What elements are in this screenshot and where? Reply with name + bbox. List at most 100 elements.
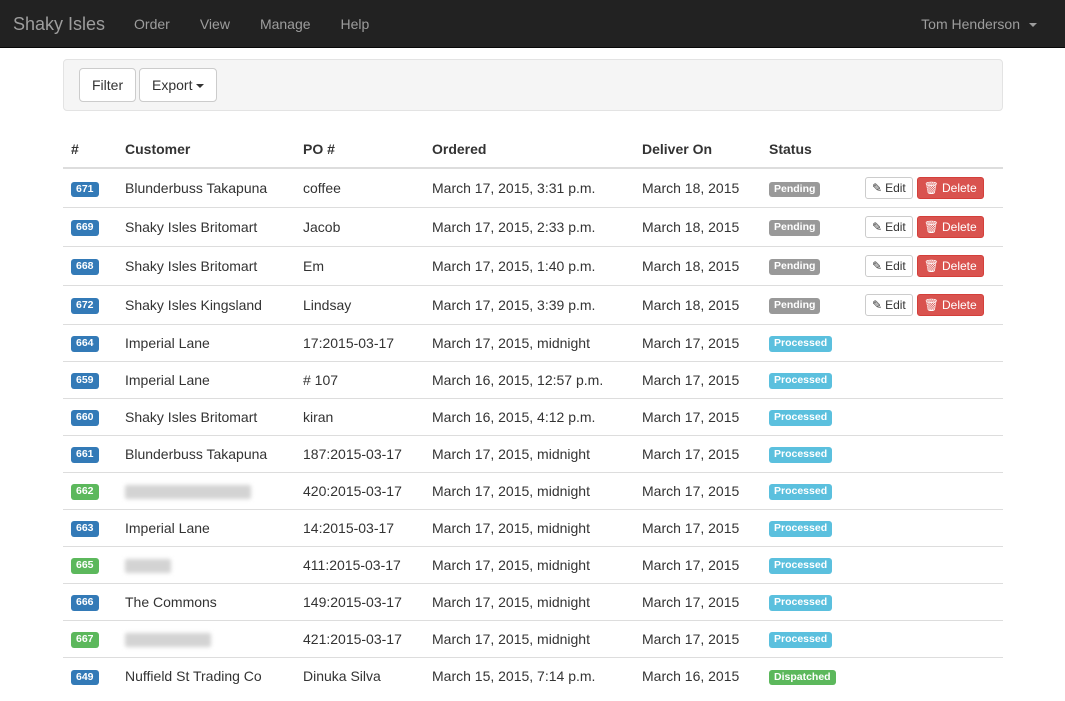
table-row[interactable]: 667 421:2015-03-17 March 17, 2015, midnigh… <box>63 619 1003 657</box>
order-id-badge[interactable]: 672 <box>71 298 99 314</box>
edit-button[interactable]: ✎ Edit <box>865 254 913 277</box>
user-menu[interactable]: Tom Henderson <box>921 0 1037 48</box>
cell-id: 669 <box>63 206 117 246</box>
header-deliver-on: Deliver On <box>634 131 761 169</box>
order-id-badge[interactable]: 659 <box>71 373 99 389</box>
redacted-customer <box>125 632 211 647</box>
cell-customer: Shaky Isles Kingsland <box>117 284 295 324</box>
delete-button[interactable]: 🗑 Delete <box>916 215 984 238</box>
order-id-badge[interactable]: 663 <box>71 521 99 537</box>
table-row[interactable]: 665 411:2015-03-17 March 17, 2015, midnigh… <box>63 545 1003 583</box>
cell-status: Processed <box>761 397 857 435</box>
nav-help[interactable]: Help <box>326 0 385 48</box>
cell-actions <box>857 545 1003 583</box>
pencil-icon: ✎ <box>872 258 883 273</box>
cell-ordered: March 17, 2015, midnight <box>424 508 634 546</box>
cell-customer <box>117 471 295 509</box>
cell-actions <box>857 434 1003 472</box>
table-row[interactable]: 659 Imperial Lane # 107 March 16, 2015, 12:… <box>63 360 1003 398</box>
order-id-badge[interactable]: 668 <box>71 259 99 275</box>
table-row[interactable]: 649 Nuffield St Trading Co Dinuka Silva Mar… <box>63 656 1003 694</box>
nav-view[interactable]: View <box>185 0 245 48</box>
delete-label: Delete <box>941 297 977 312</box>
cell-actions: ✎ Edit 🗑 Delete <box>857 206 1003 246</box>
status-badge: Processed <box>769 632 833 648</box>
edit-button[interactable]: ✎ Edit <box>865 176 913 199</box>
cell-status: Processed <box>761 323 857 361</box>
cell-status: Pending <box>761 206 857 246</box>
edit-button[interactable]: ✎ Edit <box>865 293 913 316</box>
cell-ordered: March 16, 2015, 12:57 p.m. <box>424 360 634 398</box>
cell-po: 14:2015-03-17 <box>295 508 424 546</box>
table-row[interactable]: 672 Shaky Isles Kingsland Lindsay March 17,… <box>63 284 1003 324</box>
toolbar: Filter Export <box>63 59 1003 111</box>
cell-id: 671 <box>63 167 117 207</box>
brand-logo[interactable]: Shaky Isles <box>0 0 118 48</box>
filter-button[interactable]: Filter <box>79 68 137 102</box>
cell-po: 149:2015-03-17 <box>295 582 424 620</box>
order-id-badge[interactable]: 660 <box>71 410 99 426</box>
edit-label: Edit <box>885 219 906 234</box>
cell-po: 187:2015-03-17 <box>295 434 424 472</box>
order-id-badge[interactable]: 669 <box>71 220 99 236</box>
delete-button[interactable]: 🗑 Delete <box>916 254 984 277</box>
cell-deliver-on: March 18, 2015 <box>634 167 761 207</box>
delete-button[interactable]: 🗑 Delete <box>916 293 984 316</box>
order-id-badge[interactable]: 661 <box>71 447 99 463</box>
table-row[interactable]: 660 Shaky Isles Britomart kiran March 16, 2… <box>63 397 1003 435</box>
pencil-icon: ✎ <box>872 180 883 195</box>
cell-actions <box>857 397 1003 435</box>
order-id-badge[interactable]: 662 <box>71 484 99 500</box>
order-id-badge[interactable]: 667 <box>71 632 99 648</box>
edit-button[interactable]: ✎ Edit <box>865 215 913 238</box>
cell-actions <box>857 582 1003 620</box>
cell-po: coffee <box>295 167 424 207</box>
cell-ordered: March 17, 2015, midnight <box>424 619 634 657</box>
order-id-badge[interactable]: 664 <box>71 336 99 352</box>
status-badge: Processed <box>769 410 833 426</box>
cell-actions: ✎ Edit 🗑 Delete <box>857 167 1003 207</box>
table-row[interactable]: 668 Shaky Isles Britomart Em March 17, 2015… <box>63 245 1003 285</box>
cell-actions <box>857 323 1003 361</box>
order-id-badge[interactable]: 671 <box>71 181 99 197</box>
export-button[interactable]: Export <box>139 68 218 102</box>
cell-ordered: March 17, 2015, midnight <box>424 434 634 472</box>
nav-order[interactable]: Order <box>126 0 185 48</box>
table-row[interactable]: 661 Blunderbuss Takapuna 187:2015-03-17 Mar… <box>63 434 1003 472</box>
order-id-badge[interactable]: 665 <box>71 558 99 574</box>
pencil-icon: ✎ <box>872 297 883 312</box>
cell-status: Processed <box>761 545 857 583</box>
order-id-badge[interactable]: 649 <box>71 669 99 685</box>
table-row[interactable]: 664 Imperial Lane 17:2015-03-17 March 17, 2… <box>63 323 1003 361</box>
cell-ordered: March 17, 2015, 3:31 p.m. <box>424 167 634 207</box>
header-po: PO # <box>295 131 424 169</box>
cell-id: 672 <box>63 284 117 324</box>
cell-po: 420:2015-03-17 <box>295 471 424 509</box>
delete-label: Delete <box>941 258 977 273</box>
status-badge: Dispatched <box>769 669 836 685</box>
cell-id: 649 <box>63 656 117 694</box>
cell-po: Jacob <box>295 206 424 246</box>
cell-actions <box>857 471 1003 509</box>
cell-po: Lindsay <box>295 284 424 324</box>
redacted-customer <box>125 484 251 499</box>
table-row[interactable]: 662 420:2015-03-17 March 17, 2015, midnigh… <box>63 471 1003 509</box>
table-row[interactable]: 669 Shaky Isles Britomart Jacob March 17, 2… <box>63 206 1003 246</box>
cell-customer: Blunderbuss Takapuna <box>117 434 295 472</box>
cell-po: # 107 <box>295 360 424 398</box>
edit-label: Edit <box>885 180 906 195</box>
nav-manage[interactable]: Manage <box>245 0 326 48</box>
cell-id: 667 <box>63 619 117 657</box>
table-row[interactable]: 671 Blunderbuss Takapuna coffee March 17, 2… <box>63 167 1003 207</box>
table-row[interactable]: 666 The Commons 149:2015-03-17 March 17, 20… <box>63 582 1003 620</box>
cell-status: Processed <box>761 360 857 398</box>
delete-button[interactable]: 🗑 Delete <box>916 176 984 199</box>
table-row[interactable]: 663 Imperial Lane 14:2015-03-17 March 17, 2… <box>63 508 1003 546</box>
header-status: Status <box>761 131 857 169</box>
status-badge: Pending <box>769 298 821 314</box>
cell-customer <box>117 545 295 583</box>
order-id-badge[interactable]: 666 <box>71 595 99 611</box>
cell-customer: Blunderbuss Takapuna <box>117 167 295 207</box>
cell-po: 17:2015-03-17 <box>295 323 424 361</box>
trash-icon: 🗑 <box>923 180 939 195</box>
